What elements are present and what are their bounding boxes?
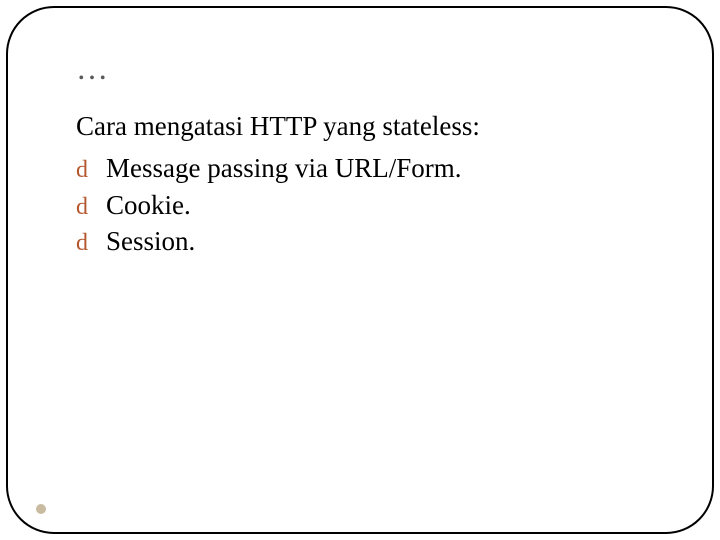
list-item-text: Session. bbox=[106, 226, 195, 256]
bullet-icon: d bbox=[76, 227, 88, 259]
bullet-list: d Message passing via URL/Form. d Cookie… bbox=[76, 150, 652, 259]
list-item: d Message passing via URL/Form. bbox=[76, 150, 652, 186]
intro-text: Cara mengatasi HTTP yang stateless: bbox=[76, 108, 652, 144]
list-item: d Cookie. bbox=[76, 187, 652, 223]
list-item: d Session. bbox=[76, 223, 652, 259]
list-item-text: Message passing via URL/Form. bbox=[106, 153, 461, 183]
slide-title: … bbox=[76, 52, 652, 84]
decorative-dot bbox=[36, 504, 46, 514]
bullet-icon: d bbox=[76, 191, 88, 223]
slide-frame: … Cara mengatasi HTTP yang stateless: d … bbox=[6, 6, 714, 534]
list-item-text: Cookie. bbox=[106, 190, 191, 220]
bullet-icon: d bbox=[76, 154, 88, 186]
